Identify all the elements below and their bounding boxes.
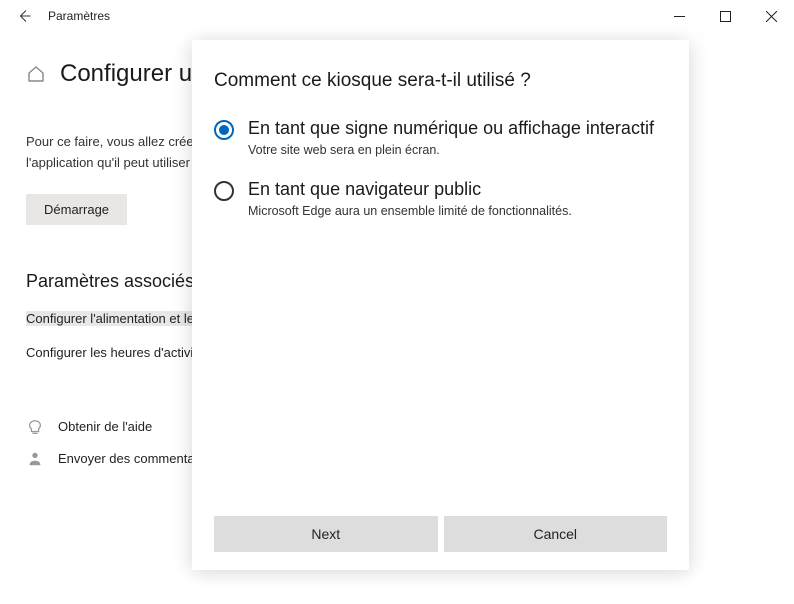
page-title: Configurer un [60, 60, 205, 88]
close-button[interactable] [748, 0, 794, 32]
arrow-left-icon [17, 9, 31, 23]
related-link-active-hours[interactable]: Configurer les heures d'activité [26, 345, 204, 360]
dialog-title: Comment ce kiosque sera-t-il utilisé ? [214, 70, 667, 92]
option-body: En tant que signe numérique ou affichage… [248, 118, 654, 157]
close-icon [766, 11, 777, 22]
home-icon [26, 64, 46, 84]
minimize-button[interactable] [656, 0, 702, 32]
cancel-button[interactable]: Cancel [444, 516, 668, 552]
back-button[interactable] [10, 2, 38, 30]
window-controls [656, 0, 794, 32]
titlebar: Paramètres [0, 0, 794, 32]
option-description: Microsoft Edge aura un ensemble limité d… [248, 204, 572, 218]
maximize-button[interactable] [702, 0, 748, 32]
option-label: En tant que signe numérique ou affichage… [248, 118, 654, 139]
option-description: Votre site web sera en plein écran. [248, 143, 654, 157]
option-public-browser[interactable]: En tant que navigateur public Microsoft … [214, 179, 667, 218]
get-help-label: Obtenir de l'aide [58, 419, 152, 434]
help-icon [26, 418, 44, 436]
start-button[interactable]: Démarrage [26, 194, 127, 225]
minimize-icon [674, 11, 685, 22]
feedback-icon [26, 450, 44, 468]
window-title: Paramètres [48, 9, 110, 23]
option-digital-sign[interactable]: En tant que signe numérique ou affichage… [214, 118, 667, 157]
option-label: En tant que navigateur public [248, 179, 572, 200]
dialog-footer: Next Cancel [214, 516, 667, 552]
next-button[interactable]: Next [214, 516, 438, 552]
maximize-icon [720, 11, 731, 22]
kiosk-dialog: Comment ce kiosque sera-t-il utilisé ? E… [192, 40, 689, 570]
radio-selected-icon [214, 120, 234, 140]
radio-unselected-icon [214, 181, 234, 201]
option-body: En tant que navigateur public Microsoft … [248, 179, 572, 218]
